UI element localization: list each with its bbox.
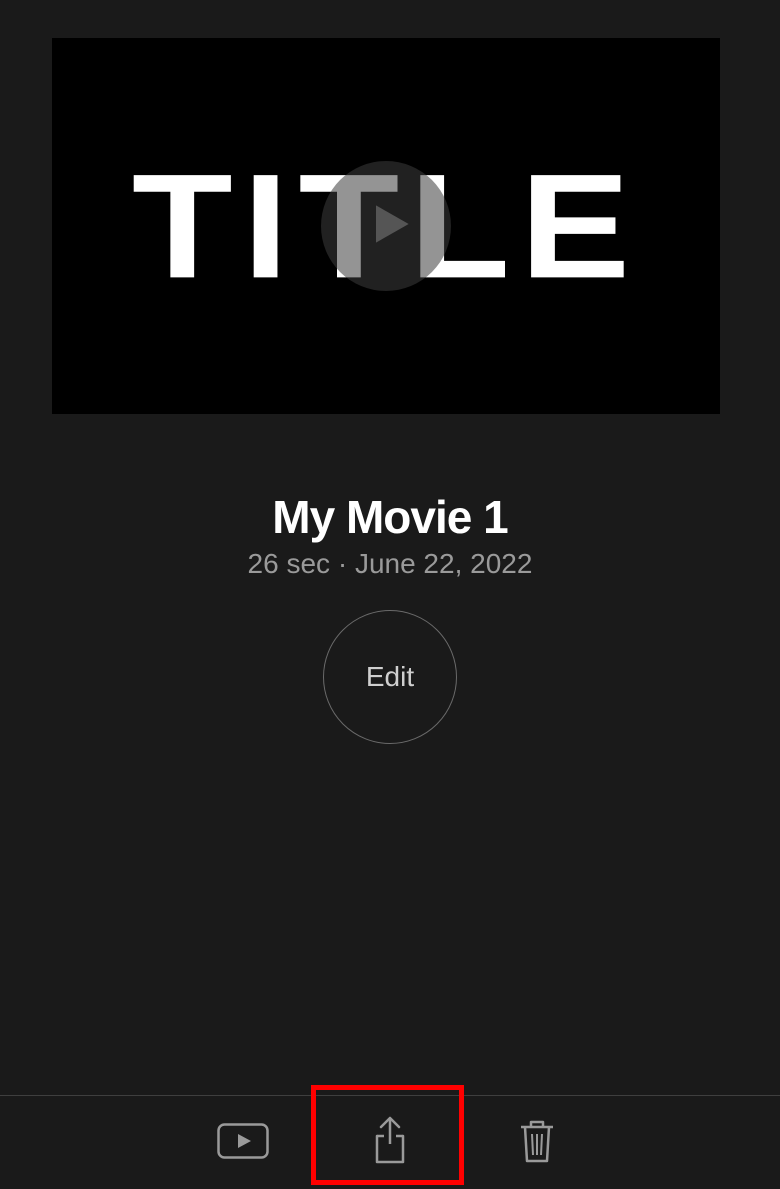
share-button[interactable]	[364, 1117, 416, 1169]
play-button[interactable]	[217, 1117, 269, 1169]
delete-button[interactable]	[511, 1117, 563, 1169]
share-icon	[370, 1116, 410, 1169]
toolbar-inner	[217, 1117, 563, 1169]
movie-date: June 22, 2022	[355, 548, 533, 579]
trash-icon	[518, 1118, 556, 1167]
movie-meta: 26 sec · June 22, 2022	[0, 548, 780, 580]
movie-title: My Movie 1	[0, 490, 780, 544]
video-thumbnail[interactable]: TITLE	[52, 38, 720, 414]
play-icon	[354, 196, 418, 257]
meta-separator: ·	[338, 548, 355, 579]
movie-duration: 26 sec	[248, 548, 331, 579]
bottom-toolbar	[0, 1096, 780, 1189]
edit-button[interactable]: Edit	[323, 610, 457, 744]
app-root: TITLE My Movie 1 26 sec · June 22, 2022 …	[0, 0, 780, 1189]
play-overlay-button[interactable]	[321, 161, 451, 291]
play-rect-icon	[217, 1123, 269, 1162]
title-block: My Movie 1 26 sec · June 22, 2022	[0, 490, 780, 580]
